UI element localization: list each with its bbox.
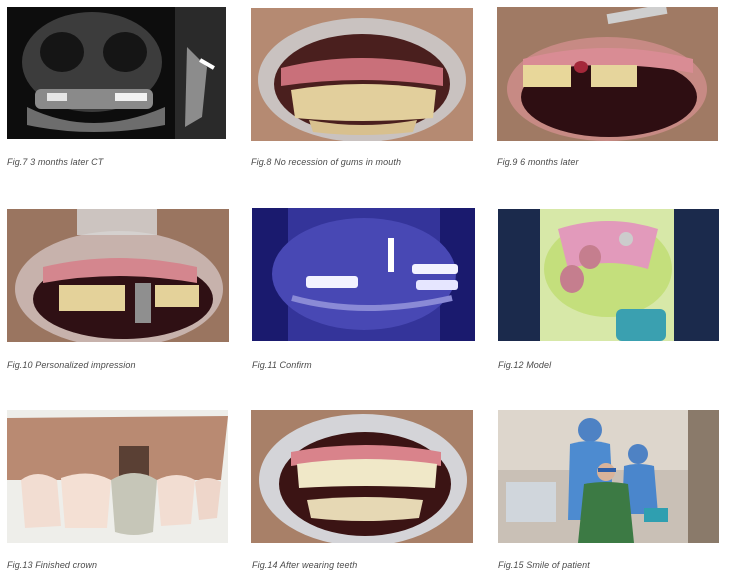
figure-9-caption: Fig.9 6 months later (497, 157, 579, 167)
figure-12-model-photo (498, 209, 719, 341)
figure-13-crown-photo (7, 410, 228, 543)
figure-11-caption: Fig.11 Confirm (252, 360, 312, 370)
figure-15-patient-photo (498, 410, 719, 543)
figure-14-caption: Fig.14 After wearing teeth (252, 560, 358, 570)
figure-10-impression-photo (7, 209, 229, 342)
figure-12-caption: Fig.12 Model (498, 360, 552, 370)
figure-9-mouth-photo (497, 7, 718, 141)
figure-7-caption: Fig.7 3 months later CT (7, 157, 104, 167)
figure-15-caption: Fig.15 Smile of patient (498, 560, 590, 570)
figure-7-ct-scan (7, 7, 226, 139)
figure-14-mouth-photo (251, 410, 473, 543)
figure-8-mouth-photo (251, 8, 473, 141)
figure-8-caption: Fig.8 No recession of gums in mouth (251, 157, 402, 167)
figure-11-xray (252, 208, 475, 341)
figure-13-caption: Fig.13 Finished crown (7, 560, 98, 570)
figure-10-caption: Fig.10 Personalized impression (7, 360, 136, 370)
